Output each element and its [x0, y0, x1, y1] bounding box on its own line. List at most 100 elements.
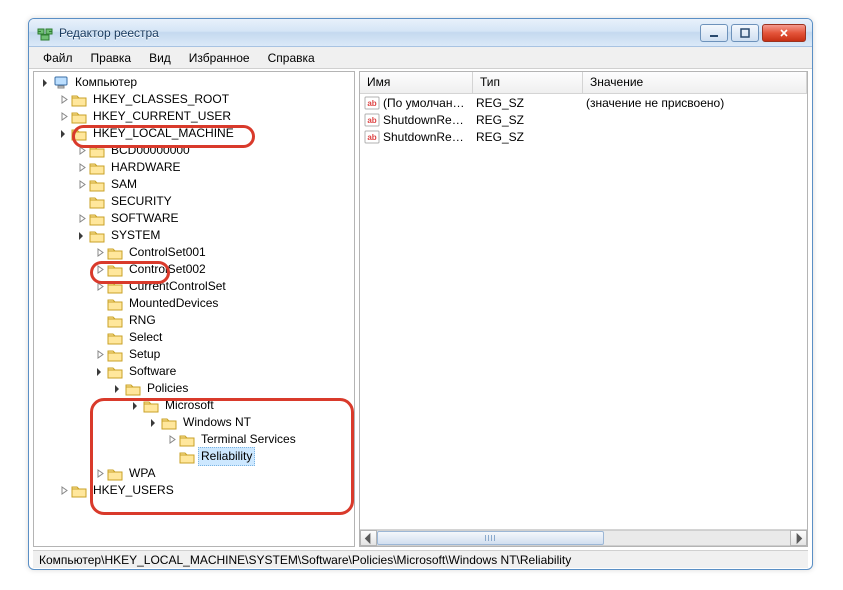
expander-icon[interactable]	[148, 417, 160, 429]
expander-icon[interactable]	[76, 145, 88, 157]
listview-body[interactable]: ab(По умолчанию)REG_SZ(значение не присв…	[360, 94, 807, 529]
tree-item[interactable]: SAM	[34, 176, 354, 193]
folder-icon	[71, 109, 87, 125]
column-header-data[interactable]: Значение	[583, 72, 807, 93]
tree-label: MountedDevices	[126, 295, 221, 312]
folder-icon	[179, 432, 195, 448]
tree-item[interactable]: MountedDevices	[34, 295, 354, 312]
scroll-right-button[interactable]	[790, 530, 807, 546]
tree-label: Microsoft	[162, 397, 217, 414]
folder-icon	[107, 279, 123, 295]
tree-item[interactable]: Select	[34, 329, 354, 346]
tree-item-hkcr[interactable]: HKEY_CLASSES_ROOT	[34, 91, 354, 108]
expander-icon[interactable]	[94, 366, 106, 378]
expander-icon[interactable]	[58, 128, 70, 140]
status-path: Компьютер\HKEY_LOCAL_MACHINE\SYSTEM\Soft…	[39, 553, 571, 567]
tree-item-software[interactable]: Software	[34, 363, 354, 380]
tree-item-terminal-services[interactable]: Terminal Services	[34, 431, 354, 448]
maximize-button[interactable]	[731, 24, 759, 42]
expander-icon[interactable]	[94, 264, 106, 276]
folder-icon	[125, 381, 141, 397]
cell-type: REG_SZ	[476, 113, 586, 127]
cell-type: REG_SZ	[476, 130, 586, 144]
tree-label: BCD00000000	[108, 142, 193, 159]
folder-icon	[71, 483, 87, 499]
folder-icon	[71, 126, 87, 142]
tree-label: Setup	[126, 346, 163, 363]
cell-data: (значение не присвоено)	[586, 96, 807, 110]
scroll-left-button[interactable]	[360, 530, 377, 546]
list-row[interactable]: abShutdownReaso...REG_SZ	[360, 111, 807, 128]
tree-label: HKEY_LOCAL_MACHINE	[90, 125, 237, 142]
tree-item[interactable]: WPA	[34, 465, 354, 482]
svg-text:ab: ab	[367, 133, 376, 142]
window-frame: Редактор реестра Файл Правка Вид Избранн…	[28, 18, 813, 570]
tree-label: Windows NT	[180, 414, 254, 431]
tree-item-hklm[interactable]: HKEY_LOCAL_MACHINE	[34, 125, 354, 142]
svg-text:ab: ab	[367, 116, 376, 125]
tree-label-selected: Reliability	[198, 447, 255, 466]
column-header-name[interactable]: Имя	[360, 72, 473, 93]
tree-item[interactable]: ControlSet001	[34, 244, 354, 261]
computer-icon	[53, 75, 69, 91]
tree-label: SOFTWARE	[108, 210, 182, 227]
tree-item-reliability[interactable]: Reliability	[34, 448, 354, 465]
tree-item[interactable]: SOFTWARE	[34, 210, 354, 227]
tree-item-hkcu[interactable]: HKEY_CURRENT_USER	[34, 108, 354, 125]
menu-view[interactable]: Вид	[141, 49, 179, 67]
menu-edit[interactable]: Правка	[83, 49, 140, 67]
tree-item-policies[interactable]: Policies	[34, 380, 354, 397]
window-title: Редактор реестра	[59, 26, 700, 40]
tree-item-system[interactable]: SYSTEM	[34, 227, 354, 244]
scroll-thumb[interactable]	[377, 531, 604, 545]
expander-icon[interactable]	[58, 485, 70, 497]
column-header-type[interactable]: Тип	[473, 72, 583, 93]
tree-item-microsoft[interactable]: Microsoft	[34, 397, 354, 414]
folder-icon	[107, 296, 123, 312]
expander-icon[interactable]	[58, 94, 70, 106]
expander-icon[interactable]	[94, 349, 106, 361]
tree-item[interactable]: CurrentControlSet	[34, 278, 354, 295]
tree-item[interactable]: BCD00000000	[34, 142, 354, 159]
expander-icon[interactable]	[112, 383, 124, 395]
list-row[interactable]: abShutdownReaso...REG_SZ	[360, 128, 807, 145]
expander-icon[interactable]	[40, 77, 52, 89]
horizontal-scrollbar[interactable]	[360, 529, 807, 546]
expander-icon[interactable]	[76, 213, 88, 225]
expander-icon[interactable]	[166, 434, 178, 446]
string-value-icon: ab	[364, 112, 380, 128]
tree-item[interactable]: HARDWARE	[34, 159, 354, 176]
folder-icon	[107, 313, 123, 329]
folder-icon	[89, 211, 105, 227]
tree-item[interactable]: SECURITY	[34, 193, 354, 210]
tree-item[interactable]: ControlSet002	[34, 261, 354, 278]
close-button[interactable]	[762, 24, 806, 42]
tree-item[interactable]: RNG	[34, 312, 354, 329]
scroll-track[interactable]	[377, 530, 790, 546]
registry-tree[interactable]: Компьютер HKEY_CLASSES_ROOT HKEY_CURRENT…	[34, 72, 354, 501]
statusbar: Компьютер\HKEY_LOCAL_MACHINE\SYSTEM\Soft…	[33, 550, 808, 568]
expander-icon[interactable]	[58, 111, 70, 123]
titlebar[interactable]: Редактор реестра	[29, 19, 812, 47]
expander-icon[interactable]	[94, 468, 106, 480]
expander-icon[interactable]	[76, 162, 88, 174]
menu-file[interactable]: Файл	[35, 49, 81, 67]
menu-favorites[interactable]: Избранное	[181, 49, 258, 67]
tree-pane[interactable]: Компьютер HKEY_CLASSES_ROOT HKEY_CURRENT…	[33, 71, 355, 547]
expander-icon[interactable]	[76, 230, 88, 242]
expander-icon[interactable]	[94, 247, 106, 259]
tree-label: SAM	[108, 176, 140, 193]
tree-item-hku[interactable]: HKEY_USERS	[34, 482, 354, 499]
tree-item-computer[interactable]: Компьютер	[34, 74, 354, 91]
menu-help[interactable]: Справка	[260, 49, 323, 67]
tree-item-windowsnt[interactable]: Windows NT	[34, 414, 354, 431]
expander-icon[interactable]	[76, 179, 88, 191]
tree-label: SYSTEM	[108, 227, 163, 244]
regedit-icon	[37, 25, 53, 41]
string-value-icon: ab	[364, 129, 380, 145]
minimize-button[interactable]	[700, 24, 728, 42]
list-row[interactable]: ab(По умолчанию)REG_SZ(значение не присв…	[360, 94, 807, 111]
expander-icon[interactable]	[94, 281, 106, 293]
expander-icon[interactable]	[130, 400, 142, 412]
tree-item[interactable]: Setup	[34, 346, 354, 363]
